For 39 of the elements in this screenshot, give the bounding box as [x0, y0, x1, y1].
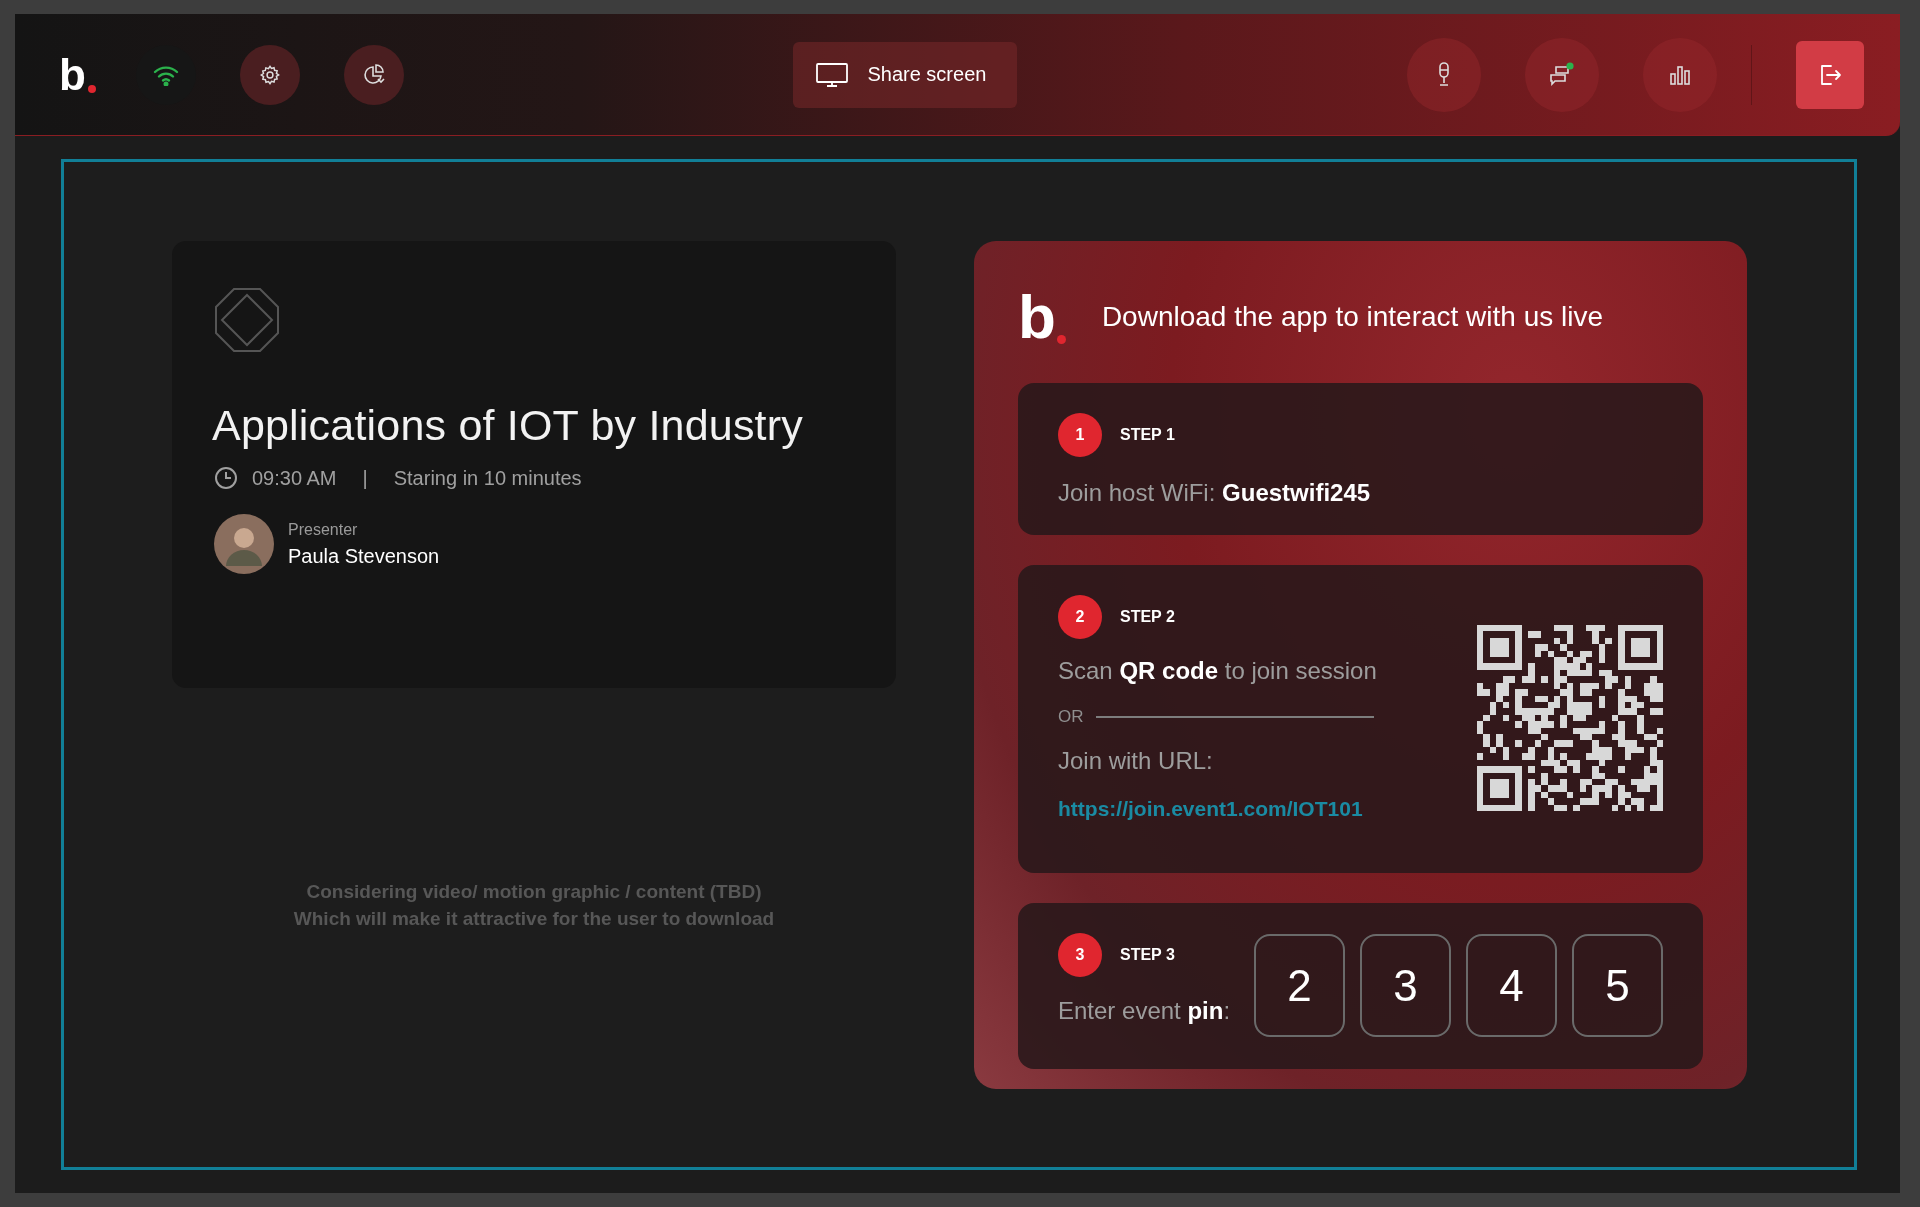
presenter-name: Paula Stevenson [288, 544, 440, 568]
clock-icon [214, 466, 238, 490]
octagon-logo-icon [214, 287, 280, 353]
avatar [214, 514, 274, 574]
pie-chart-icon [361, 63, 386, 86]
share-screen-button[interactable]: Share screen [793, 41, 1018, 108]
logo: b [59, 52, 96, 97]
wifi-icon [152, 63, 179, 86]
step-number: 1 [1058, 413, 1102, 457]
chat-icon [1548, 61, 1576, 88]
pin-digit-field[interactable]: 4 [1466, 934, 1557, 1037]
step-number: 3 [1058, 933, 1102, 977]
step-label: STEP 1 [1120, 426, 1175, 444]
step-instruction: Scan QR code to join session [1058, 657, 1377, 685]
step-label: STEP 2 [1120, 608, 1175, 626]
logo: b [1018, 286, 1066, 348]
separator: | [362, 466, 368, 490]
download-heading: Download the app to interact with us live [1101, 301, 1604, 333]
microphone-icon [1436, 61, 1452, 88]
join-url-link[interactable]: https://join.event1.com/IOT101 [1058, 797, 1363, 821]
step-instruction: Enter event pin: [1058, 997, 1231, 1025]
pin-digit-field[interactable]: 3 [1360, 934, 1451, 1037]
pin-digit-field[interactable]: 5 [1572, 934, 1663, 1037]
settings-icon [258, 63, 281, 86]
session-time: 09:30 AM [252, 466, 337, 490]
presenter-label: Presenter [288, 520, 359, 539]
url-label: Join with URL: [1058, 747, 1214, 775]
pin-digit-field[interactable]: 2 [1254, 934, 1345, 1037]
monitor-icon [815, 61, 850, 88]
step-number: 2 [1058, 595, 1102, 639]
note-text: Which will make it attractive for the user to download [293, 907, 775, 931]
bar-chart-icon [1669, 63, 1691, 86]
exit-button[interactable] [1796, 40, 1864, 109]
step-instruction: Join host WiFi: Guestwifi245 [1058, 479, 1372, 507]
note-text: Considering video/ motion graphic / content (TBD) [305, 880, 763, 904]
step-label: STEP 3 [1120, 946, 1175, 964]
or-label: OR [1058, 707, 1084, 727]
session-status: Staring in 10 minutes [393, 466, 582, 490]
session-title: Applications of IOT by Industry [212, 401, 804, 450]
